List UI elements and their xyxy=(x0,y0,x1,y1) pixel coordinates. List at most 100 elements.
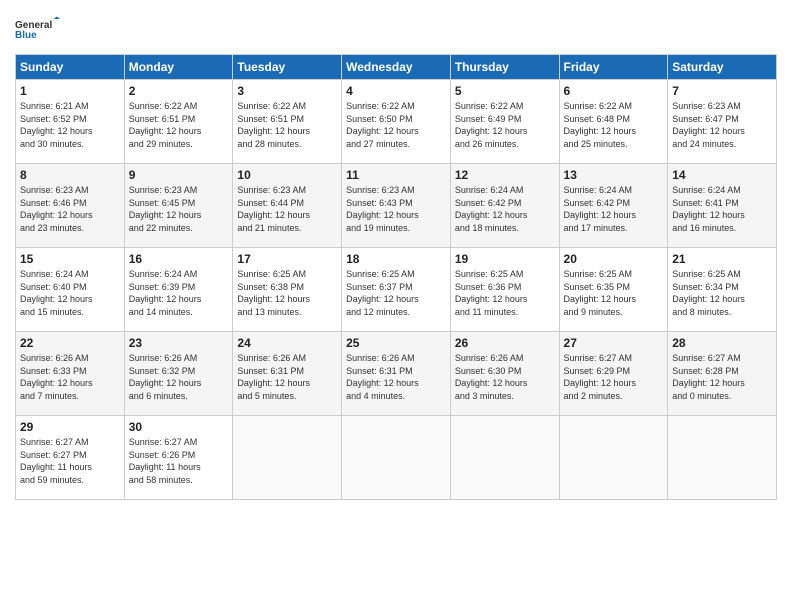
calendar-cell: 12 Sunrise: 6:24 AM Sunset: 6:42 PM Dayli… xyxy=(450,164,559,248)
calendar-cell: 16Sunrise: 6:24 AM Sunset: 6:39 PM Dayli… xyxy=(124,248,233,332)
calendar-cell: 9 Sunrise: 6:23 AM Sunset: 6:45 PM Daylig… xyxy=(124,164,233,248)
calendar-cell: 15 Sunrise: 6:24 AM Sunset: 6:40 PM Dayli… xyxy=(16,248,125,332)
day-number: 17 xyxy=(237,252,337,266)
calendar-week-row: 1Sunrise: 6:21 AM Sunset: 6:52 PM Daylig… xyxy=(16,80,777,164)
day-number: 7 xyxy=(672,84,772,98)
day-info: Sunrise: 6:22 AM Sunset: 6:51 PM Dayligh… xyxy=(237,100,337,150)
day-number: 4 xyxy=(346,84,446,98)
day-number: 15 xyxy=(20,252,120,266)
logo: General Blue xyxy=(15,10,65,48)
day-number: 3 xyxy=(237,84,337,98)
day-number: 19 xyxy=(455,252,555,266)
calendar-day-header: Friday xyxy=(559,55,668,80)
calendar-table: SundayMondayTuesdayWednesdayThursdayFrid… xyxy=(15,54,777,500)
calendar-cell: 24 Sunrise: 6:26 AM Sunset: 6:31 PM Dayli… xyxy=(233,332,342,416)
calendar-cell: 1Sunrise: 6:21 AM Sunset: 6:52 PM Daylig… xyxy=(16,80,125,164)
day-info: Sunrise: 6:26 AM Sunset: 6:32 PM Dayligh… xyxy=(129,352,229,402)
calendar-cell xyxy=(342,416,451,500)
calendar-cell: 11 Sunrise: 6:23 AM Sunset: 6:43 PM Dayli… xyxy=(342,164,451,248)
svg-text:Blue: Blue xyxy=(15,30,37,41)
day-number: 1 xyxy=(20,84,120,98)
calendar-cell: 20 Sunrise: 6:25 AM Sunset: 6:35 PM Dayli… xyxy=(559,248,668,332)
day-number: 22 xyxy=(20,336,120,350)
day-info: Sunrise: 6:23 AM Sunset: 6:43 PM Dayligh… xyxy=(346,184,446,234)
day-info: Sunrise: 6:24 AM Sunset: 6:42 PM Dayligh… xyxy=(455,184,555,234)
calendar-day-header: Sunday xyxy=(16,55,125,80)
day-number: 10 xyxy=(237,168,337,182)
day-info: Sunrise: 6:27 AM Sunset: 6:28 PM Dayligh… xyxy=(672,352,772,402)
page-container: General Blue SundayMondayTuesdayWednesda… xyxy=(0,0,792,510)
calendar-cell xyxy=(668,416,777,500)
day-info: Sunrise: 6:25 AM Sunset: 6:34 PM Dayligh… xyxy=(672,268,772,318)
day-number: 29 xyxy=(20,420,120,434)
calendar-cell: 26 Sunrise: 6:26 AM Sunset: 6:30 PM Dayli… xyxy=(450,332,559,416)
day-number: 12 xyxy=(455,168,555,182)
logo-svg: General Blue xyxy=(15,10,65,48)
calendar-cell: 17 Sunrise: 6:25 AM Sunset: 6:38 PM Dayli… xyxy=(233,248,342,332)
calendar-cell: 27 Sunrise: 6:27 AM Sunset: 6:29 PM Dayli… xyxy=(559,332,668,416)
calendar-day-header: Saturday xyxy=(668,55,777,80)
calendar-cell: 25Sunrise: 6:26 AM Sunset: 6:31 PM Dayli… xyxy=(342,332,451,416)
calendar-cell: 6 Sunrise: 6:22 AM Sunset: 6:48 PM Daylig… xyxy=(559,80,668,164)
day-number: 20 xyxy=(564,252,664,266)
calendar-cell: 4 Sunrise: 6:22 AM Sunset: 6:50 PM Daylig… xyxy=(342,80,451,164)
calendar-cell: 30 Sunrise: 6:27 AM Sunset: 6:26 PM Dayli… xyxy=(124,416,233,500)
day-info: Sunrise: 6:26 AM Sunset: 6:30 PM Dayligh… xyxy=(455,352,555,402)
day-number: 5 xyxy=(455,84,555,98)
day-info: Sunrise: 6:25 AM Sunset: 6:37 PM Dayligh… xyxy=(346,268,446,318)
day-number: 26 xyxy=(455,336,555,350)
day-info: Sunrise: 6:26 AM Sunset: 6:31 PM Dayligh… xyxy=(237,352,337,402)
calendar-cell: 5 Sunrise: 6:22 AM Sunset: 6:49 PM Daylig… xyxy=(450,80,559,164)
day-number: 24 xyxy=(237,336,337,350)
day-info: Sunrise: 6:22 AM Sunset: 6:50 PM Dayligh… xyxy=(346,100,446,150)
calendar-cell: 8Sunrise: 6:23 AM Sunset: 6:46 PM Daylig… xyxy=(16,164,125,248)
day-number: 23 xyxy=(129,336,229,350)
day-info: Sunrise: 6:24 AM Sunset: 6:39 PM Dayligh… xyxy=(129,268,229,318)
day-info: Sunrise: 6:27 AM Sunset: 6:29 PM Dayligh… xyxy=(564,352,664,402)
day-number: 11 xyxy=(346,168,446,182)
calendar-day-header: Tuesday xyxy=(233,55,342,80)
day-number: 30 xyxy=(129,420,229,434)
day-number: 18 xyxy=(346,252,446,266)
calendar-cell xyxy=(450,416,559,500)
calendar-week-row: 22 Sunrise: 6:26 AM Sunset: 6:33 PM Dayli… xyxy=(16,332,777,416)
calendar-cell: 14Sunrise: 6:24 AM Sunset: 6:41 PM Dayli… xyxy=(668,164,777,248)
day-number: 8 xyxy=(20,168,120,182)
day-info: Sunrise: 6:22 AM Sunset: 6:48 PM Dayligh… xyxy=(564,100,664,150)
calendar-cell: 3 Sunrise: 6:22 AM Sunset: 6:51 PM Daylig… xyxy=(233,80,342,164)
calendar-week-row: 8Sunrise: 6:23 AM Sunset: 6:46 PM Daylig… xyxy=(16,164,777,248)
day-info: Sunrise: 6:26 AM Sunset: 6:33 PM Dayligh… xyxy=(20,352,120,402)
calendar-day-header: Wednesday xyxy=(342,55,451,80)
day-number: 6 xyxy=(564,84,664,98)
day-number: 9 xyxy=(129,168,229,182)
day-info: Sunrise: 6:23 AM Sunset: 6:44 PM Dayligh… xyxy=(237,184,337,234)
calendar-day-header: Thursday xyxy=(450,55,559,80)
day-info: Sunrise: 6:26 AM Sunset: 6:31 PM Dayligh… xyxy=(346,352,446,402)
calendar-header-row: SundayMondayTuesdayWednesdayThursdayFrid… xyxy=(16,55,777,80)
calendar-cell: 22 Sunrise: 6:26 AM Sunset: 6:33 PM Dayli… xyxy=(16,332,125,416)
calendar-cell: 2Sunrise: 6:22 AM Sunset: 6:51 PM Daylig… xyxy=(124,80,233,164)
day-info: Sunrise: 6:25 AM Sunset: 6:35 PM Dayligh… xyxy=(564,268,664,318)
header: General Blue xyxy=(15,10,777,48)
calendar-day-header: Monday xyxy=(124,55,233,80)
day-info: Sunrise: 6:25 AM Sunset: 6:36 PM Dayligh… xyxy=(455,268,555,318)
day-info: Sunrise: 6:27 AM Sunset: 6:26 PM Dayligh… xyxy=(129,436,229,486)
calendar-cell xyxy=(233,416,342,500)
day-number: 27 xyxy=(564,336,664,350)
day-info: Sunrise: 6:22 AM Sunset: 6:49 PM Dayligh… xyxy=(455,100,555,150)
day-number: 21 xyxy=(672,252,772,266)
day-info: Sunrise: 6:23 AM Sunset: 6:45 PM Dayligh… xyxy=(129,184,229,234)
calendar-cell: 18 Sunrise: 6:25 AM Sunset: 6:37 PM Dayli… xyxy=(342,248,451,332)
calendar-cell: 28 Sunrise: 6:27 AM Sunset: 6:28 PM Dayli… xyxy=(668,332,777,416)
calendar-cell: 7Sunrise: 6:23 AM Sunset: 6:47 PM Daylig… xyxy=(668,80,777,164)
day-info: Sunrise: 6:25 AM Sunset: 6:38 PM Dayligh… xyxy=(237,268,337,318)
calendar-cell: 21 Sunrise: 6:25 AM Sunset: 6:34 PM Dayli… xyxy=(668,248,777,332)
day-info: Sunrise: 6:24 AM Sunset: 6:40 PM Dayligh… xyxy=(20,268,120,318)
calendar-week-row: 15 Sunrise: 6:24 AM Sunset: 6:40 PM Dayli… xyxy=(16,248,777,332)
svg-text:General: General xyxy=(15,20,52,31)
calendar-cell: 13Sunrise: 6:24 AM Sunset: 6:42 PM Dayli… xyxy=(559,164,668,248)
calendar-cell xyxy=(559,416,668,500)
day-info: Sunrise: 6:24 AM Sunset: 6:42 PM Dayligh… xyxy=(564,184,664,234)
day-number: 28 xyxy=(672,336,772,350)
day-info: Sunrise: 6:24 AM Sunset: 6:41 PM Dayligh… xyxy=(672,184,772,234)
